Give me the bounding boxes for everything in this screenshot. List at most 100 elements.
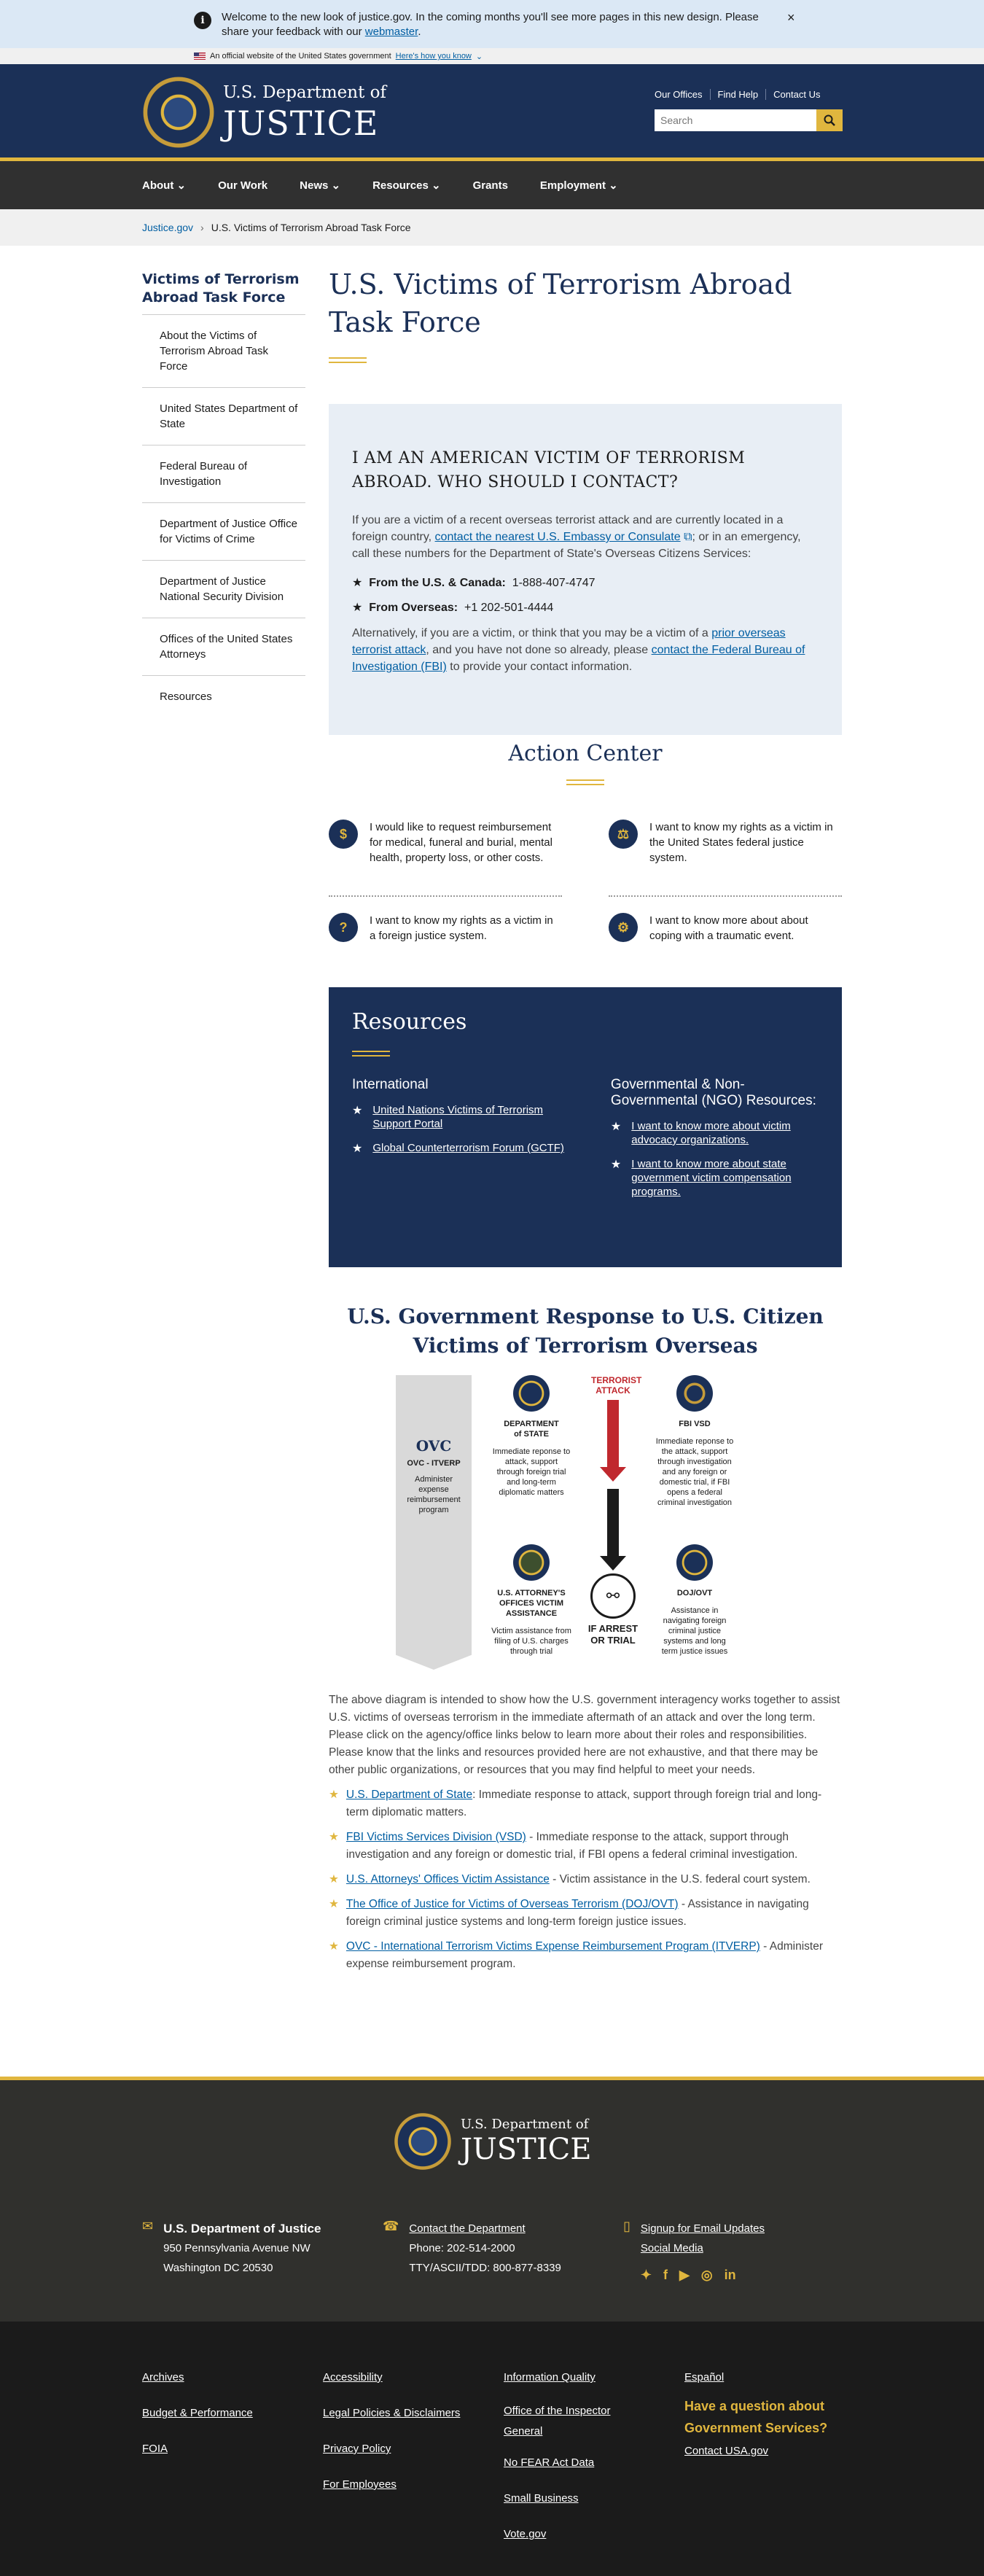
question-icon: ? xyxy=(329,913,358,942)
linkedin-icon[interactable]: in xyxy=(725,2265,736,2285)
espanol-link[interactable]: Español xyxy=(684,2359,845,2395)
nav-resources[interactable]: Resources ⌄ xyxy=(372,179,440,192)
no-fear-link[interactable]: No FEAR Act Data xyxy=(504,2445,649,2480)
find-help-link[interactable]: Find Help xyxy=(709,89,766,100)
red-arrow-icon xyxy=(607,1400,619,1467)
legal-policies-link[interactable]: Legal Policies & Disclaimers xyxy=(323,2395,483,2431)
usao-link[interactable]: U.S. Attorneys' Offices Victim Assistanc… xyxy=(346,1873,550,1886)
action-us-rights[interactable]: ⚖ I want to know my rights as a victim in… xyxy=(609,820,842,865)
search-input[interactable] xyxy=(655,109,816,131)
brand-title-small[interactable]: U.S. Department of xyxy=(223,83,386,102)
list-item: ★ OVC - International Terrorism Victims E… xyxy=(329,1938,842,1973)
sidebar-item-about[interactable]: About the Victims of Terrorism Abroad Ta… xyxy=(142,315,305,388)
sidebar-title[interactable]: Victims of Terrorism Abroad Task Force xyxy=(142,271,305,315)
sidebar-item-resources[interactable]: Resources xyxy=(142,676,305,717)
gctf-link[interactable]: Global Counterterrorism Forum (GCTF) xyxy=(372,1141,564,1156)
action-reimbursement[interactable]: $ I would like to request reimbursement f… xyxy=(329,820,562,865)
sidebar-item-ovc[interactable]: Department of Justice Office for Victims… xyxy=(142,503,305,561)
star-icon: ★ xyxy=(329,1873,339,1886)
support-icon: ⚙ xyxy=(609,913,638,942)
usa-gov-link[interactable]: Contact USA.gov xyxy=(684,2439,845,2464)
external-link-icon: ⧉ xyxy=(684,531,692,543)
ovt-link[interactable]: The Office of Justice for Victims of Ove… xyxy=(346,1898,679,1910)
footer-col-3: Information Quality Office of the Inspec… xyxy=(504,2359,649,2552)
state-label: DEPARTMENT of STATE xyxy=(504,1420,559,1439)
accessibility-link[interactable]: Accessibility xyxy=(323,2359,483,2395)
breadcrumb-home-link[interactable]: Justice.gov xyxy=(142,222,193,233)
gov-banner: An official website of the United States… xyxy=(0,48,984,64)
search-button[interactable] xyxy=(816,109,843,131)
brand-title-big[interactable]: JUSTICE xyxy=(223,104,378,143)
star-icon: ★ xyxy=(329,1831,339,1843)
info-quality-link[interactable]: Information Quality xyxy=(504,2359,649,2395)
contact-department-link[interactable]: Contact the Department xyxy=(409,2222,525,2235)
sidebar-item-state[interactable]: United States Department of State xyxy=(142,388,305,445)
vote-link[interactable]: Vote.gov xyxy=(504,2516,649,2552)
sidebar-item-usao[interactable]: Offices of the United States Attorneys xyxy=(142,618,305,676)
youtube-icon[interactable]: ▶ xyxy=(679,2265,690,2285)
social-media-link[interactable]: Social Media xyxy=(641,2238,765,2258)
how-you-know-link[interactable]: Here's how you know xyxy=(396,52,472,61)
sidebar-item-fbi[interactable]: Federal Bureau of Investigation xyxy=(142,445,305,503)
un-portal-link[interactable]: United Nations Victims of Terrorism Supp… xyxy=(372,1103,567,1131)
foia-link[interactable]: FOIA xyxy=(142,2431,302,2467)
state-link[interactable]: U.S. Department of State xyxy=(346,1789,472,1801)
international-column: International ★ United Nations Victims o… xyxy=(352,1077,567,1199)
employees-link[interactable]: For Employees xyxy=(323,2467,483,2502)
mobile-icon: ▯ xyxy=(623,2219,630,2233)
budget-link[interactable]: Budget & Performance xyxy=(142,2395,302,2431)
compensation-link[interactable]: I want to know more about state governme… xyxy=(631,1157,819,1199)
nav-about[interactable]: About ⌄ xyxy=(142,179,186,192)
advocacy-link[interactable]: I want to know more about victim advocac… xyxy=(631,1119,819,1147)
divider xyxy=(329,895,562,897)
fbi-vsd-link[interactable]: FBI Victims Services Division (VSD) xyxy=(346,1831,526,1843)
action-underline xyxy=(566,779,604,785)
ngo-column: Governmental & Non-Governmental (NGO) Re… xyxy=(611,1077,819,1199)
sidebar-item-nsd[interactable]: Department of Justice National Security … xyxy=(142,561,305,618)
doj-seal-logo[interactable] xyxy=(142,76,215,149)
list-item: ★ The Office of Justice for Victims of Ov… xyxy=(329,1896,842,1931)
contact-us-link[interactable]: Contact Us xyxy=(765,89,827,100)
twitter-icon[interactable]: ✦ xyxy=(641,2265,652,2285)
fbi-label: FBI VSD xyxy=(679,1420,711,1428)
instagram-icon[interactable]: ◎ xyxy=(701,2265,713,2285)
ovt-block: DOJ/OVT Assistance in navigating foreign… xyxy=(649,1544,740,1657)
action-coping[interactable]: ⚙ I want to know more about about coping … xyxy=(609,913,842,943)
small-business-link[interactable]: Small Business xyxy=(504,2480,649,2516)
email-signup-link[interactable]: Signup for Email Updates xyxy=(641,2219,765,2238)
privacy-link[interactable]: Privacy Policy xyxy=(323,2431,483,2467)
utility-links: Our Offices Find Help Contact Us xyxy=(655,89,827,100)
list-item: ★ U.S. Department of State: Immediate res… xyxy=(329,1786,842,1821)
ovc-column xyxy=(396,1375,472,1670)
diagram-title: U.S. Government Response to U.S. Citizen… xyxy=(347,1304,824,1358)
action-foreign-rights[interactable]: ? I want to know my rights as a victim in… xyxy=(329,913,562,943)
footer-seal-logo[interactable] xyxy=(394,2112,452,2171)
footer-phone: ☎ Contact the Department Phone: 202-514-2… xyxy=(383,2219,561,2278)
divider xyxy=(609,895,842,897)
oig-link[interactable]: Office of the Inspector General xyxy=(504,2401,649,2442)
close-icon[interactable]: × xyxy=(787,10,795,26)
scales-icon: ⚖ xyxy=(609,820,638,849)
resources-panel: Resources International ★ United Nations… xyxy=(329,987,842,1267)
footer-col-4: Español Have a question about Government… xyxy=(684,2359,845,2464)
nav-grants[interactable]: Grants xyxy=(473,179,508,192)
footer-address: ✉ U.S. Department of Justice 950 Pennsylv… xyxy=(142,2219,321,2278)
our-offices-link[interactable]: Our Offices xyxy=(655,89,710,100)
callout-paragraph-1: If you are a victim of a recent overseas… xyxy=(352,514,801,560)
nav-our-work[interactable]: Our Work xyxy=(218,179,268,192)
question-heading: Have a question about Government Service… xyxy=(684,2399,828,2435)
nav-employment[interactable]: Employment ⌄ xyxy=(540,179,618,192)
phone-number: Phone: 202-514-2000 xyxy=(409,2242,515,2254)
list-item: ★ FBI Victims Services Division (VSD) - I… xyxy=(329,1829,842,1864)
itverp-link[interactable]: OVC - International Terrorism Victims Ex… xyxy=(346,1940,760,1953)
embassy-link[interactable]: contact the nearest U.S. Embassy or Cons… xyxy=(435,531,681,543)
tty-number: TTY/ASCII/TDD: 800-877-8339 xyxy=(409,2262,561,2274)
nav-news[interactable]: News ⌄ xyxy=(300,179,340,192)
footer-social: ▯ Signup for Email Updates Social Media ✦… xyxy=(623,2219,765,2285)
ovt-label: DOJ/OVT xyxy=(676,1589,713,1598)
archives-link[interactable]: Archives xyxy=(142,2359,302,2395)
facebook-icon[interactable]: f xyxy=(663,2265,668,2285)
main-content: U.S. Victims of Terrorism Abroad Task Fo… xyxy=(329,265,842,1970)
webmaster-link[interactable]: webmaster xyxy=(365,26,418,38)
footer-dept-small: U.S. Department of xyxy=(461,2117,589,2132)
